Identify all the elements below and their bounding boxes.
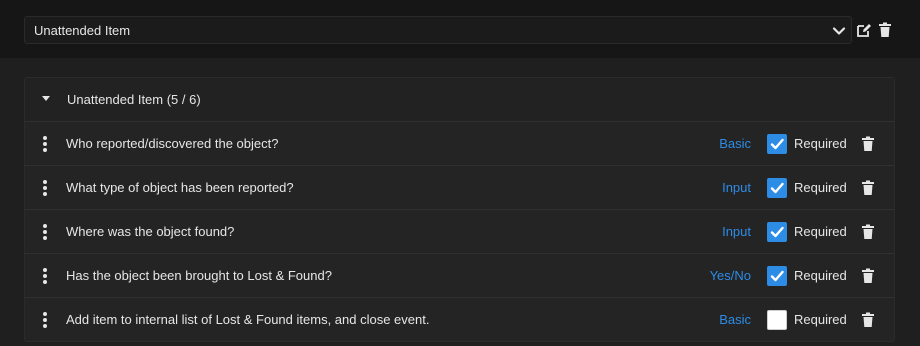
question-type-link[interactable]: Basic	[719, 136, 751, 151]
panel-header[interactable]: Unattended Item (5 / 6)	[25, 78, 894, 122]
template-select[interactable]: Unattended Item	[24, 16, 852, 44]
required-checkbox[interactable]	[767, 266, 787, 286]
caret-down-icon[interactable]	[42, 96, 50, 101]
question-row: Has the object been brought to Lost & Fo…	[25, 254, 894, 298]
question-text: Add item to internal list of Lost & Foun…	[66, 312, 430, 327]
question-type-link[interactable]: Basic	[719, 312, 751, 327]
trash-icon[interactable]	[861, 136, 875, 152]
drag-handle-icon[interactable]	[43, 136, 47, 152]
required-label: Required	[794, 268, 847, 283]
check-icon	[770, 270, 784, 282]
question-text: Who reported/discovered the object?	[66, 136, 279, 151]
required-checkbox[interactable]	[767, 222, 787, 242]
required-label: Required	[794, 136, 847, 151]
question-text: Has the object been brought to Lost & Fo…	[66, 268, 332, 283]
question-type-link[interactable]: Input	[722, 224, 751, 239]
drag-handle-icon[interactable]	[43, 180, 47, 196]
trash-icon[interactable]	[861, 312, 875, 328]
question-text: What type of object has been reported?	[66, 180, 294, 195]
question-type-link[interactable]: Input	[722, 180, 751, 195]
check-icon	[770, 226, 784, 238]
required-label: Required	[794, 180, 847, 195]
question-row: What type of object has been reported? I…	[25, 166, 894, 210]
edit-icon[interactable]	[856, 22, 872, 38]
question-row: Who reported/discovered the object? Basi…	[25, 122, 894, 166]
template-selector-row: Unattended Item	[24, 16, 896, 44]
trash-icon[interactable]	[861, 224, 875, 240]
drag-handle-icon[interactable]	[43, 312, 47, 328]
check-icon	[770, 182, 784, 194]
required-label: Required	[794, 312, 847, 327]
required-checkbox[interactable]	[767, 310, 787, 330]
check-icon	[770, 138, 784, 150]
required-label: Required	[794, 224, 847, 239]
drag-handle-icon[interactable]	[43, 268, 47, 284]
required-checkbox[interactable]	[767, 134, 787, 154]
question-type-link[interactable]: Yes/No	[710, 268, 751, 283]
question-group-panel: Unattended Item (5 / 6) Who reported/dis…	[24, 77, 895, 342]
template-select-value: Unattended Item	[34, 23, 131, 38]
question-text: Where was the object found?	[66, 224, 235, 239]
page: Unattended Item Unattended Item (5 / 6) …	[0, 0, 920, 346]
question-row: Where was the object found? Input Requir…	[25, 210, 894, 254]
question-list: Who reported/discovered the object? Basi…	[25, 122, 894, 342]
drag-handle-icon[interactable]	[43, 224, 47, 240]
chevron-down-icon[interactable]	[831, 23, 847, 39]
trash-icon[interactable]	[861, 180, 875, 196]
question-row: Add item to internal list of Lost & Foun…	[25, 298, 894, 342]
panel-title: Unattended Item (5 / 6)	[67, 92, 201, 107]
required-checkbox[interactable]	[767, 178, 787, 198]
trash-icon[interactable]	[877, 22, 893, 38]
trash-icon[interactable]	[861, 268, 875, 284]
